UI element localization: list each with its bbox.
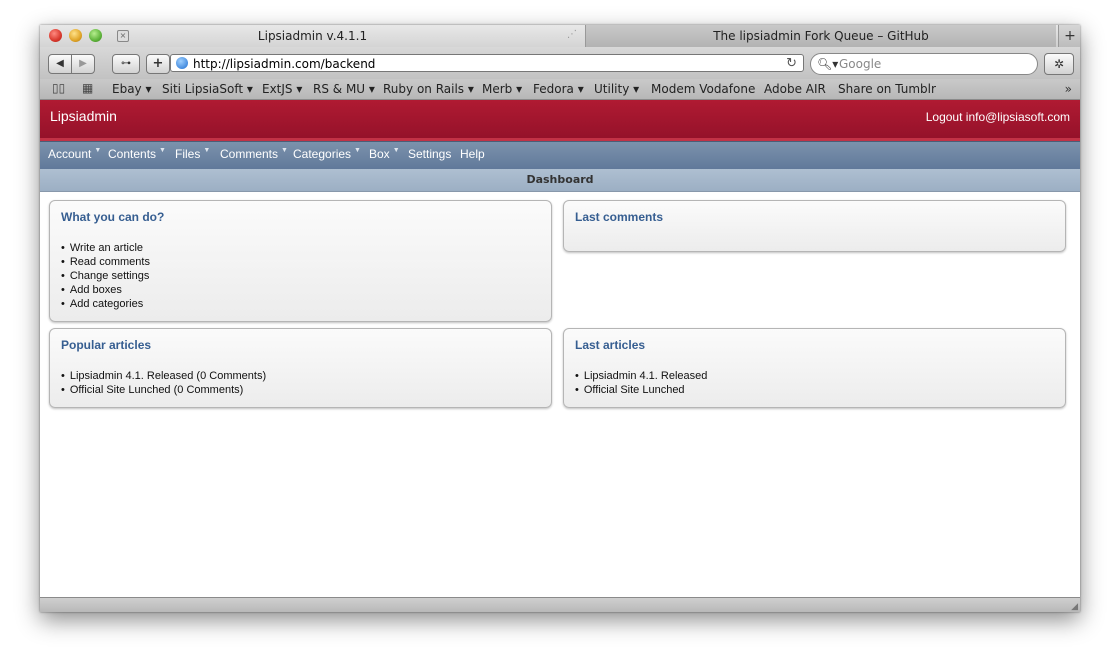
bookmark-rs-mu[interactable]: RS & MU ▾ bbox=[313, 79, 375, 99]
action-add-categories[interactable]: Add categories bbox=[61, 297, 150, 311]
bookmark-siti-lipsiasoft[interactable]: Siti LipsiaSoft ▾ bbox=[162, 79, 253, 99]
tab-active-label: Lipsiadmin v.4.1.1 bbox=[257, 29, 368, 43]
reading-list-icon[interactable]: ▯▯ bbox=[52, 81, 65, 95]
panel-what-you-can-do: What you can do? Write an article Read c… bbox=[49, 200, 552, 322]
new-tab-button[interactable]: + bbox=[1058, 25, 1080, 47]
action-add-boxes[interactable]: Add boxes bbox=[61, 283, 150, 297]
bookmark-share-on-tumblr[interactable]: Share on Tumblr bbox=[838, 79, 936, 99]
nav-settings[interactable]: Settings bbox=[408, 147, 451, 161]
list-item[interactable]: Official Site Lunched bbox=[575, 383, 707, 397]
chevron-down-icon: ▼ bbox=[203, 147, 211, 154]
panel-title: Popular articles bbox=[61, 338, 152, 352]
app-header: Lipsiadmin Logout info@lipsiasoft.com bbox=[40, 100, 1080, 141]
bookmark-fedora[interactable]: Fedora ▾ bbox=[533, 79, 584, 99]
app-title[interactable]: Lipsiadmin bbox=[50, 108, 117, 124]
list-item[interactable]: Official Site Lunched (0 Comments) bbox=[61, 383, 266, 397]
panel-last-comments: Last comments bbox=[563, 200, 1066, 252]
bookmark-adobe-air[interactable]: Adobe AIR bbox=[764, 79, 826, 99]
dashboard-title: Dashboard bbox=[526, 173, 594, 186]
address-bar[interactable]: http://lipsiadmin.com/backend ↻ bbox=[170, 54, 804, 72]
status-bar: ◢ bbox=[40, 597, 1080, 612]
panel-title: What you can do? bbox=[61, 210, 165, 224]
top-sites-grid-icon[interactable]: ▦ bbox=[82, 81, 93, 95]
chevron-down-icon: ▼ bbox=[281, 147, 288, 154]
bookmark-utility[interactable]: Utility ▾ bbox=[594, 79, 639, 99]
globe-icon bbox=[176, 57, 188, 69]
logout-link[interactable]: Logout info@lipsiasoft.com bbox=[926, 110, 1070, 124]
chevron-down-icon: ▼ bbox=[94, 147, 102, 154]
bookmark-ebay[interactable]: Ebay ▾ bbox=[112, 79, 152, 99]
chevron-down-icon: ▼ bbox=[354, 147, 361, 154]
bookmark-ruby-on-rails[interactable]: Ruby on Rails ▾ bbox=[383, 79, 474, 99]
url-text: http://lipsiadmin.com/backend bbox=[193, 57, 376, 71]
bookmark-merb[interactable]: Merb ▾ bbox=[482, 79, 522, 99]
maximize-window-button[interactable] bbox=[89, 29, 102, 42]
dashboard-header: Dashboard bbox=[40, 169, 1080, 192]
action-list: Write an article Read comments Change se… bbox=[61, 241, 150, 311]
bookmark-modem-vodafone[interactable]: Modem Vodafone bbox=[651, 79, 755, 99]
chevron-down-icon: ▼ bbox=[392, 147, 400, 154]
nav-help[interactable]: Help bbox=[460, 147, 485, 161]
action-read-comments[interactable]: Read comments bbox=[61, 255, 150, 269]
list-item[interactable]: Lipsiadmin 4.1. Released bbox=[575, 369, 708, 383]
nav-account[interactable]: Account ▼ bbox=[48, 147, 101, 161]
nav-contents[interactable]: Contents ▼ bbox=[108, 147, 166, 161]
back-button[interactable]: ◀ bbox=[48, 54, 72, 74]
main-nav: Account ▼ Contents ▼ Files ▼ Comments ▼ Cate… bbox=[40, 141, 1080, 170]
forward-button[interactable]: ▶ bbox=[71, 54, 95, 74]
tab-inactive-label: The lipsiadmin Fork Queue – GitHub bbox=[713, 29, 929, 43]
close-window-button[interactable] bbox=[49, 29, 62, 42]
chevron-down-icon: ▼ bbox=[159, 147, 166, 154]
tab-inactive[interactable]: The lipsiadmin Fork Queue – GitHub bbox=[585, 25, 1056, 47]
browser-window: Lipsiadmin v.4.1.1 The lipsiadmin Fork Q… bbox=[40, 25, 1080, 612]
browser-toolbar: ◀ ▶ ⊶ + http://lipsiadmin.com/backend ↻ … bbox=[40, 47, 1080, 79]
panel-title: Last articles bbox=[575, 338, 646, 352]
panel-last-articles: Last articles Lipsiadmin 4.1. Released O… bbox=[563, 328, 1066, 408]
popular-articles-list: Lipsiadmin 4.1. Released (0 Comments) Of… bbox=[61, 369, 266, 397]
title-bar: Lipsiadmin v.4.1.1 The lipsiadmin Fork Q… bbox=[40, 25, 1080, 47]
search-icon: 🔍︎▾ bbox=[817, 57, 839, 71]
nav-categories[interactable]: Categories ▼ bbox=[293, 147, 361, 161]
panel-title: Last comments bbox=[575, 210, 664, 224]
resize-grip-icon[interactable]: ◢ bbox=[1071, 602, 1078, 612]
nav-files[interactable]: Files ▼ bbox=[175, 147, 210, 161]
minimize-window-button[interactable] bbox=[69, 29, 82, 42]
search-input[interactable]: 🔍︎▾ Google bbox=[810, 53, 1038, 75]
nav-box[interactable]: Box ▼ bbox=[369, 147, 400, 161]
keychain-icon[interactable]: ⊶ bbox=[112, 54, 140, 74]
bookmark-extjs[interactable]: ExtJS ▾ bbox=[262, 79, 302, 99]
add-bookmark-button[interactable]: + bbox=[146, 54, 170, 74]
nav-comments[interactable]: Comments ▼ bbox=[220, 147, 288, 161]
action-change-settings[interactable]: Change settings bbox=[61, 269, 150, 283]
bookmarks-bar: ▯▯ ▦ Ebay ▾ Siti LipsiaSoft ▾ ExtJS ▾ RS… bbox=[40, 79, 1080, 100]
list-item[interactable]: Lipsiadmin 4.1. Released (0 Comments) bbox=[61, 369, 266, 383]
reload-icon[interactable]: ↻ bbox=[786, 55, 797, 73]
last-articles-list: Lipsiadmin 4.1. Released Official Site L… bbox=[575, 369, 708, 397]
bug-report-button[interactable]: ✲ bbox=[1044, 53, 1074, 75]
search-placeholder: Google bbox=[839, 57, 882, 71]
toolbar-toggle-icon[interactable]: × bbox=[117, 30, 129, 42]
panel-popular-articles: Popular articles Lipsiadmin 4.1. Release… bbox=[49, 328, 552, 408]
more-bookmarks-icon[interactable]: » bbox=[1065, 79, 1072, 99]
action-write-article[interactable]: Write an article bbox=[61, 241, 150, 255]
tab-resize-grip-icon: ⋰ bbox=[567, 29, 577, 40]
